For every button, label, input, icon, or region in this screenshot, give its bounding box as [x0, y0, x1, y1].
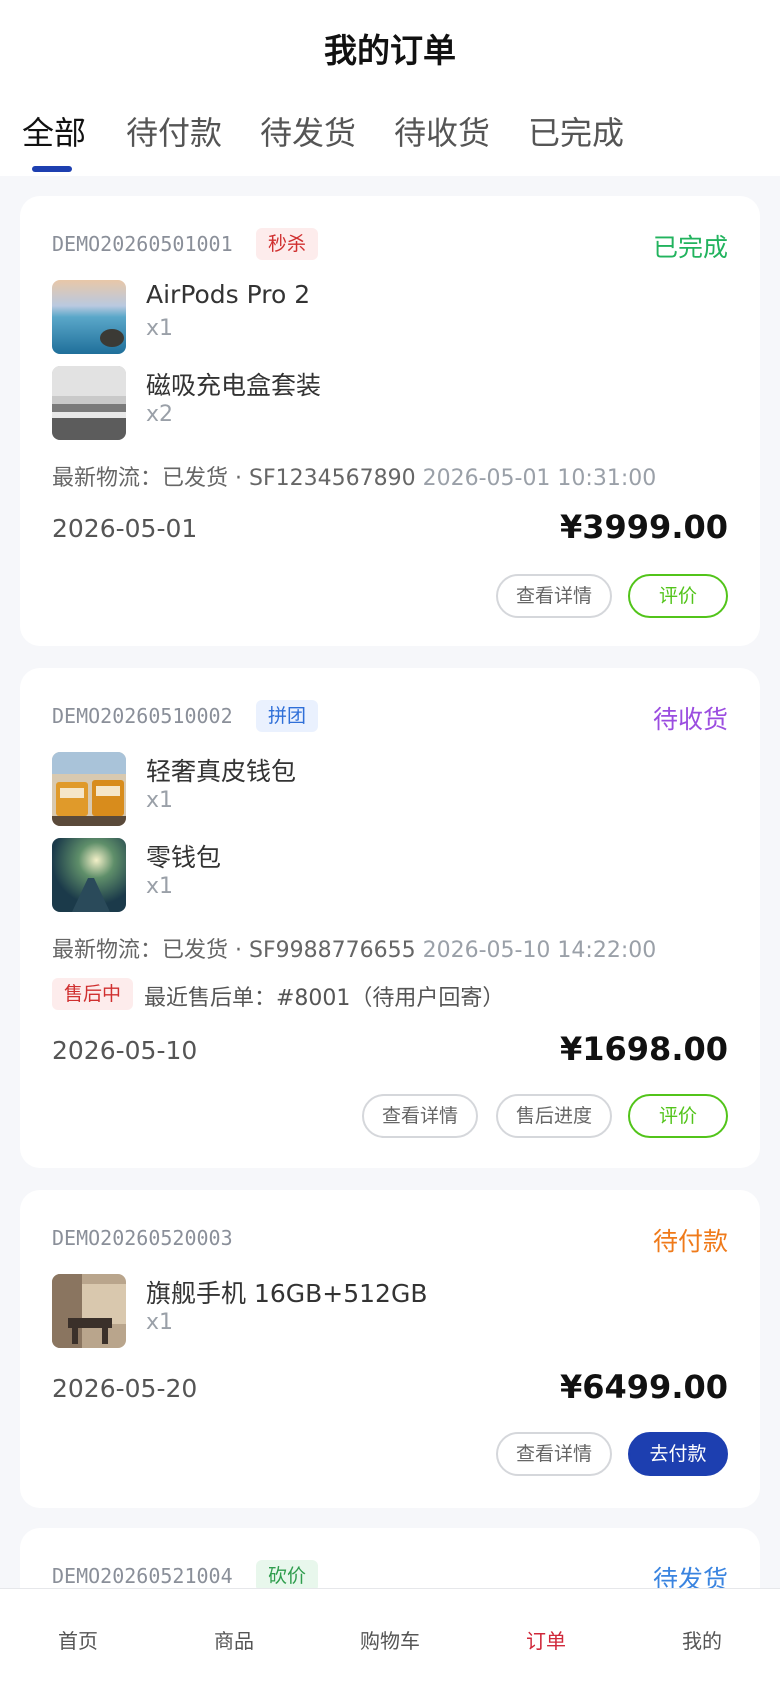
order-date: 2026-05-10	[52, 1036, 198, 1065]
promo-badge: 拼团	[256, 700, 319, 732]
order-date: 2026-05-20	[52, 1374, 198, 1403]
product-name[interactable]: 磁吸充电盒套装	[146, 366, 321, 402]
view-details-button[interactable]: 查看详情	[362, 1094, 478, 1138]
order-status: 已完成	[652, 233, 728, 262]
nav-orders[interactable]: 订单	[468, 1625, 624, 1654]
header: 我的订单 全部 待付款 待发货 待收货 已完成	[0, 0, 780, 176]
product-name[interactable]: 轻奢真皮钱包	[146, 752, 296, 788]
product-quantity: x1	[146, 874, 174, 899]
logistics-text: 最新物流：已发货 · SF1234567890	[52, 466, 416, 491]
pay-now-button[interactable]: 去付款	[628, 1432, 728, 1476]
order-card[interactable]: DEMO20260510002 拼团 待收货 轻奢真皮钱包 x1 零钱包 x1 …	[20, 668, 760, 1168]
order-number: DEMO20260501001	[52, 232, 233, 256]
order-total: ¥6499.00	[559, 1368, 728, 1406]
tab-pending-payment[interactable]: 待付款	[126, 108, 222, 154]
product-thumbnail[interactable]	[52, 280, 126, 354]
order-status: 待付款	[652, 1227, 728, 1256]
review-button[interactable]: 评价	[628, 1094, 728, 1138]
order-number: DEMO20260521004	[52, 1564, 233, 1588]
logistics-info: 最新物流：已发货 · SF9988776655 2026-05-10 14:22…	[52, 932, 656, 964]
product-name[interactable]: 零钱包	[146, 838, 221, 874]
order-status: 待收货	[652, 705, 728, 734]
product-thumbnail[interactable]	[52, 1274, 126, 1348]
product-quantity: x1	[146, 316, 174, 341]
nav-home[interactable]: 首页	[0, 1625, 156, 1654]
order-number: DEMO20260510002	[52, 704, 233, 728]
product-name[interactable]: AirPods Pro 2	[146, 280, 310, 309]
order-date: 2026-05-01	[52, 514, 198, 543]
logistics-time: 2026-05-10 14:22:00	[422, 938, 657, 963]
view-details-button[interactable]: 查看详情	[496, 574, 612, 618]
logistics-text: 最新物流：已发货 · SF9988776655	[52, 938, 416, 963]
after-sale-info[interactable]: 最近售后单：#8001（待用户回寄）	[144, 980, 504, 1012]
product-thumbnail[interactable]	[52, 838, 126, 912]
active-tab-indicator	[32, 166, 72, 172]
order-card[interactable]: DEMO20260501001 秒杀 已完成 AirPods Pro 2 x1 …	[20, 196, 760, 646]
after-sale-badge: 售后中	[52, 978, 134, 1010]
after-sale-progress-button[interactable]: 售后进度	[496, 1094, 612, 1138]
promo-badge: 秒杀	[256, 228, 319, 260]
tab-completed[interactable]: 已完成	[528, 108, 624, 154]
order-number: DEMO20260520003	[52, 1226, 233, 1250]
tab-pending-receipt[interactable]: 待收货	[394, 108, 490, 154]
tab-pending-shipment[interactable]: 待发货	[260, 108, 356, 154]
order-total: ¥3999.00	[559, 508, 728, 546]
order-tabs: 全部 待付款 待发货 待收货 已完成	[0, 108, 780, 176]
product-quantity: x1	[146, 1310, 174, 1335]
order-card[interactable]: DEMO20260520003 待付款 旗舰手机 16GB+512GB x1 2…	[20, 1190, 760, 1508]
page-title: 我的订单	[324, 31, 456, 70]
logistics-time: 2026-05-01 10:31:00	[422, 466, 657, 491]
logistics-info: 最新物流：已发货 · SF1234567890 2026-05-01 10:31…	[52, 460, 656, 492]
product-name[interactable]: 旗舰手机 16GB+512GB	[146, 1274, 427, 1310]
product-thumbnail[interactable]	[52, 752, 126, 826]
product-quantity: x2	[146, 402, 174, 427]
nav-cart[interactable]: 购物车	[312, 1625, 468, 1654]
product-thumbnail[interactable]	[52, 366, 126, 440]
view-details-button[interactable]: 查看详情	[496, 1432, 612, 1476]
order-total: ¥1698.00	[559, 1030, 728, 1068]
nav-products[interactable]: 商品	[156, 1625, 312, 1654]
review-button[interactable]: 评价	[628, 574, 728, 618]
nav-profile[interactable]: 我的	[624, 1625, 780, 1654]
product-quantity: x1	[146, 788, 174, 813]
tab-all[interactable]: 全部	[22, 108, 86, 154]
bottom-navigation: 首页 商品 购物车 订单 我的	[0, 1588, 780, 1688]
